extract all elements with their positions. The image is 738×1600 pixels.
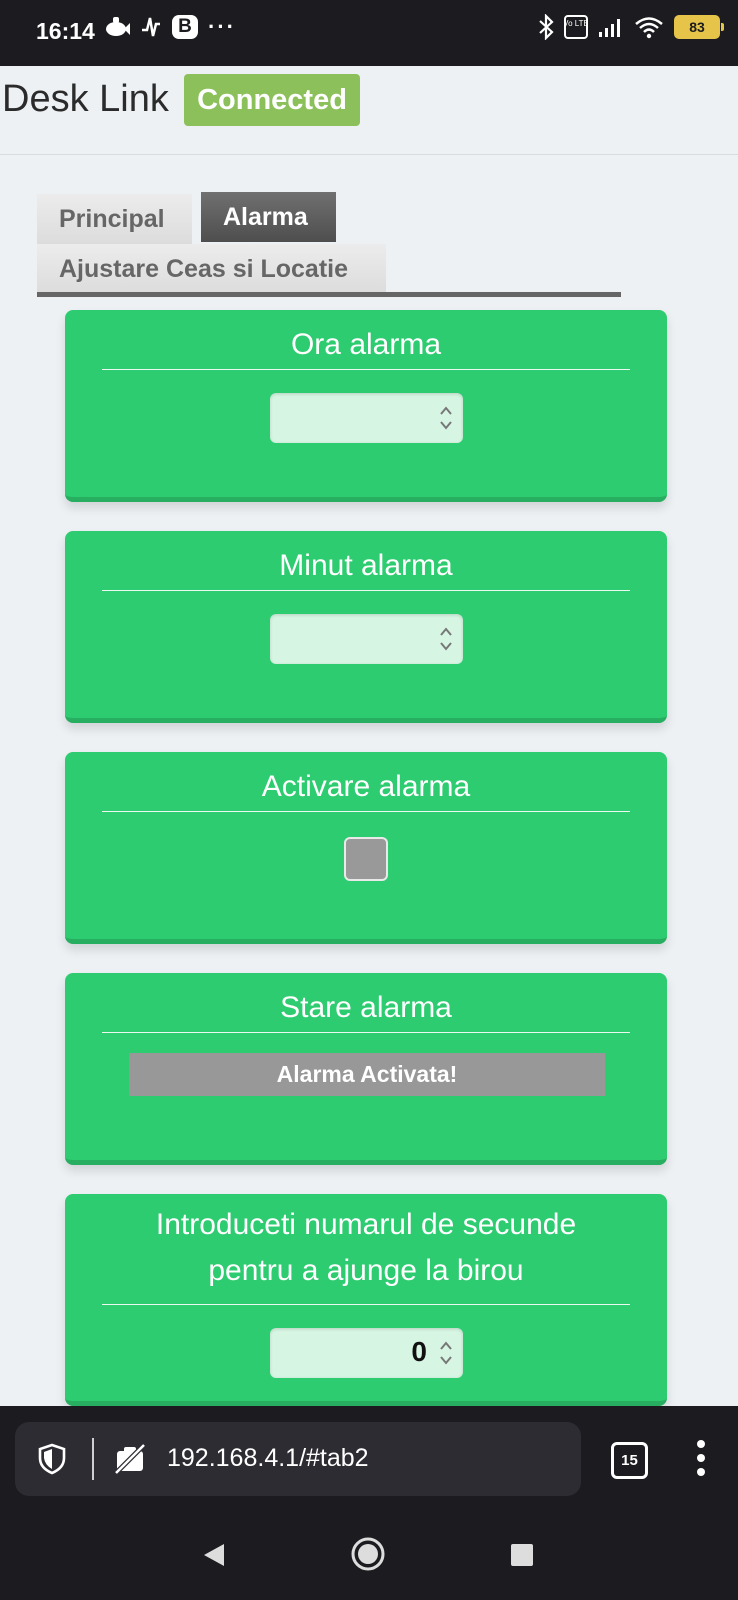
alarm-hour-input[interactable] [270,393,463,443]
spinner-arrows-icon[interactable] [439,1337,453,1369]
address-bar[interactable]: 192.168.4.1/#tab2 [15,1422,581,1496]
b-app-icon: B [172,15,198,39]
tab-ajustare-ceas[interactable]: Ajustare Ceas si Locatie [37,244,386,294]
spinner-arrows-icon[interactable] [439,623,453,655]
svg-text:Vo LTE: Vo LTE [564,19,588,28]
card-divider [102,369,630,370]
card-divider [102,1032,630,1033]
commute-seconds-input[interactable]: 0 [270,1328,463,1378]
tab-alarma[interactable]: Alarma [201,192,336,242]
notification-icons: B ··· [104,14,236,40]
alarm-state-title: Stare alarma [280,991,452,1024]
url-text[interactable]: 192.168.4.1/#tab2 [167,1444,369,1473]
alarm-hour-title: Ora alarma [290,328,442,361]
fish-app-icon [104,15,130,39]
card-divider [102,590,630,591]
cell-signal-icon [598,16,624,38]
tab-principal[interactable]: Principal [37,194,192,244]
address-divider [92,1438,94,1480]
volte-icon: Vo LTE [564,15,588,39]
spinner-arrows-icon[interactable] [439,402,453,434]
alarm-activate-checkbox[interactable] [344,837,388,881]
tab-underline [37,292,621,297]
commute-seconds-title: Introduceti numarul de secunde pentru a … [65,1202,667,1294]
status-bar: 16:14 B ··· Vo LTE 83 [0,0,738,66]
menu-kebab-icon[interactable] [696,1439,706,1477]
tab-bar: Principal Alarma Ajustare Ceas si Locati… [37,192,621,298]
alarm-minute-card: Minut alarma [65,531,667,723]
recents-icon[interactable] [510,1543,534,1567]
commute-seconds-card: Introduceti numarul de secunde pentru a … [65,1194,667,1406]
wifi-icon [634,15,664,39]
commute-title-line1: Introduceti numarul de secunde [155,1208,577,1241]
back-icon[interactable] [202,1542,226,1568]
alarm-activate-title: Activare alarma [261,770,471,803]
alarm-minute-input[interactable] [270,614,463,664]
system-icons: Vo LTE 83 [538,14,724,40]
alarm-activate-card: Activare alarma [65,752,667,944]
card-divider [102,811,630,812]
connection-badge: Connected [184,74,360,126]
tab-switcher-icon[interactable]: 15 [611,1442,648,1479]
battery-icon: 83 [674,15,724,39]
more-notifications-icon: ··· [208,14,236,39]
home-icon[interactable] [350,1536,386,1572]
commute-seconds-value: 0 [411,1336,427,1367]
alarm-minute-title: Minut alarma [279,549,453,582]
alarm-state-card: Stare alarma Alarma Activata! [65,973,667,1165]
alarm-status-box: Alarma Activata! [129,1053,605,1096]
browser-toolbar: 192.168.4.1/#tab2 15 [0,1406,738,1508]
signal-trace-icon [140,14,162,40]
bluetooth-icon [538,14,554,40]
commute-title-line2: pentru a ajunge la birou [208,1254,524,1287]
card-divider [102,1304,630,1305]
alarm-hour-card: Ora alarma [65,310,667,502]
status-time: 16:14 [36,18,95,44]
shield-icon[interactable] [37,1443,67,1480]
app-title: Desk Link [2,78,169,120]
system-nav-bar [0,1508,738,1600]
no-camera-icon[interactable] [113,1442,147,1481]
app-header: Desk Link Connected [0,66,738,155]
